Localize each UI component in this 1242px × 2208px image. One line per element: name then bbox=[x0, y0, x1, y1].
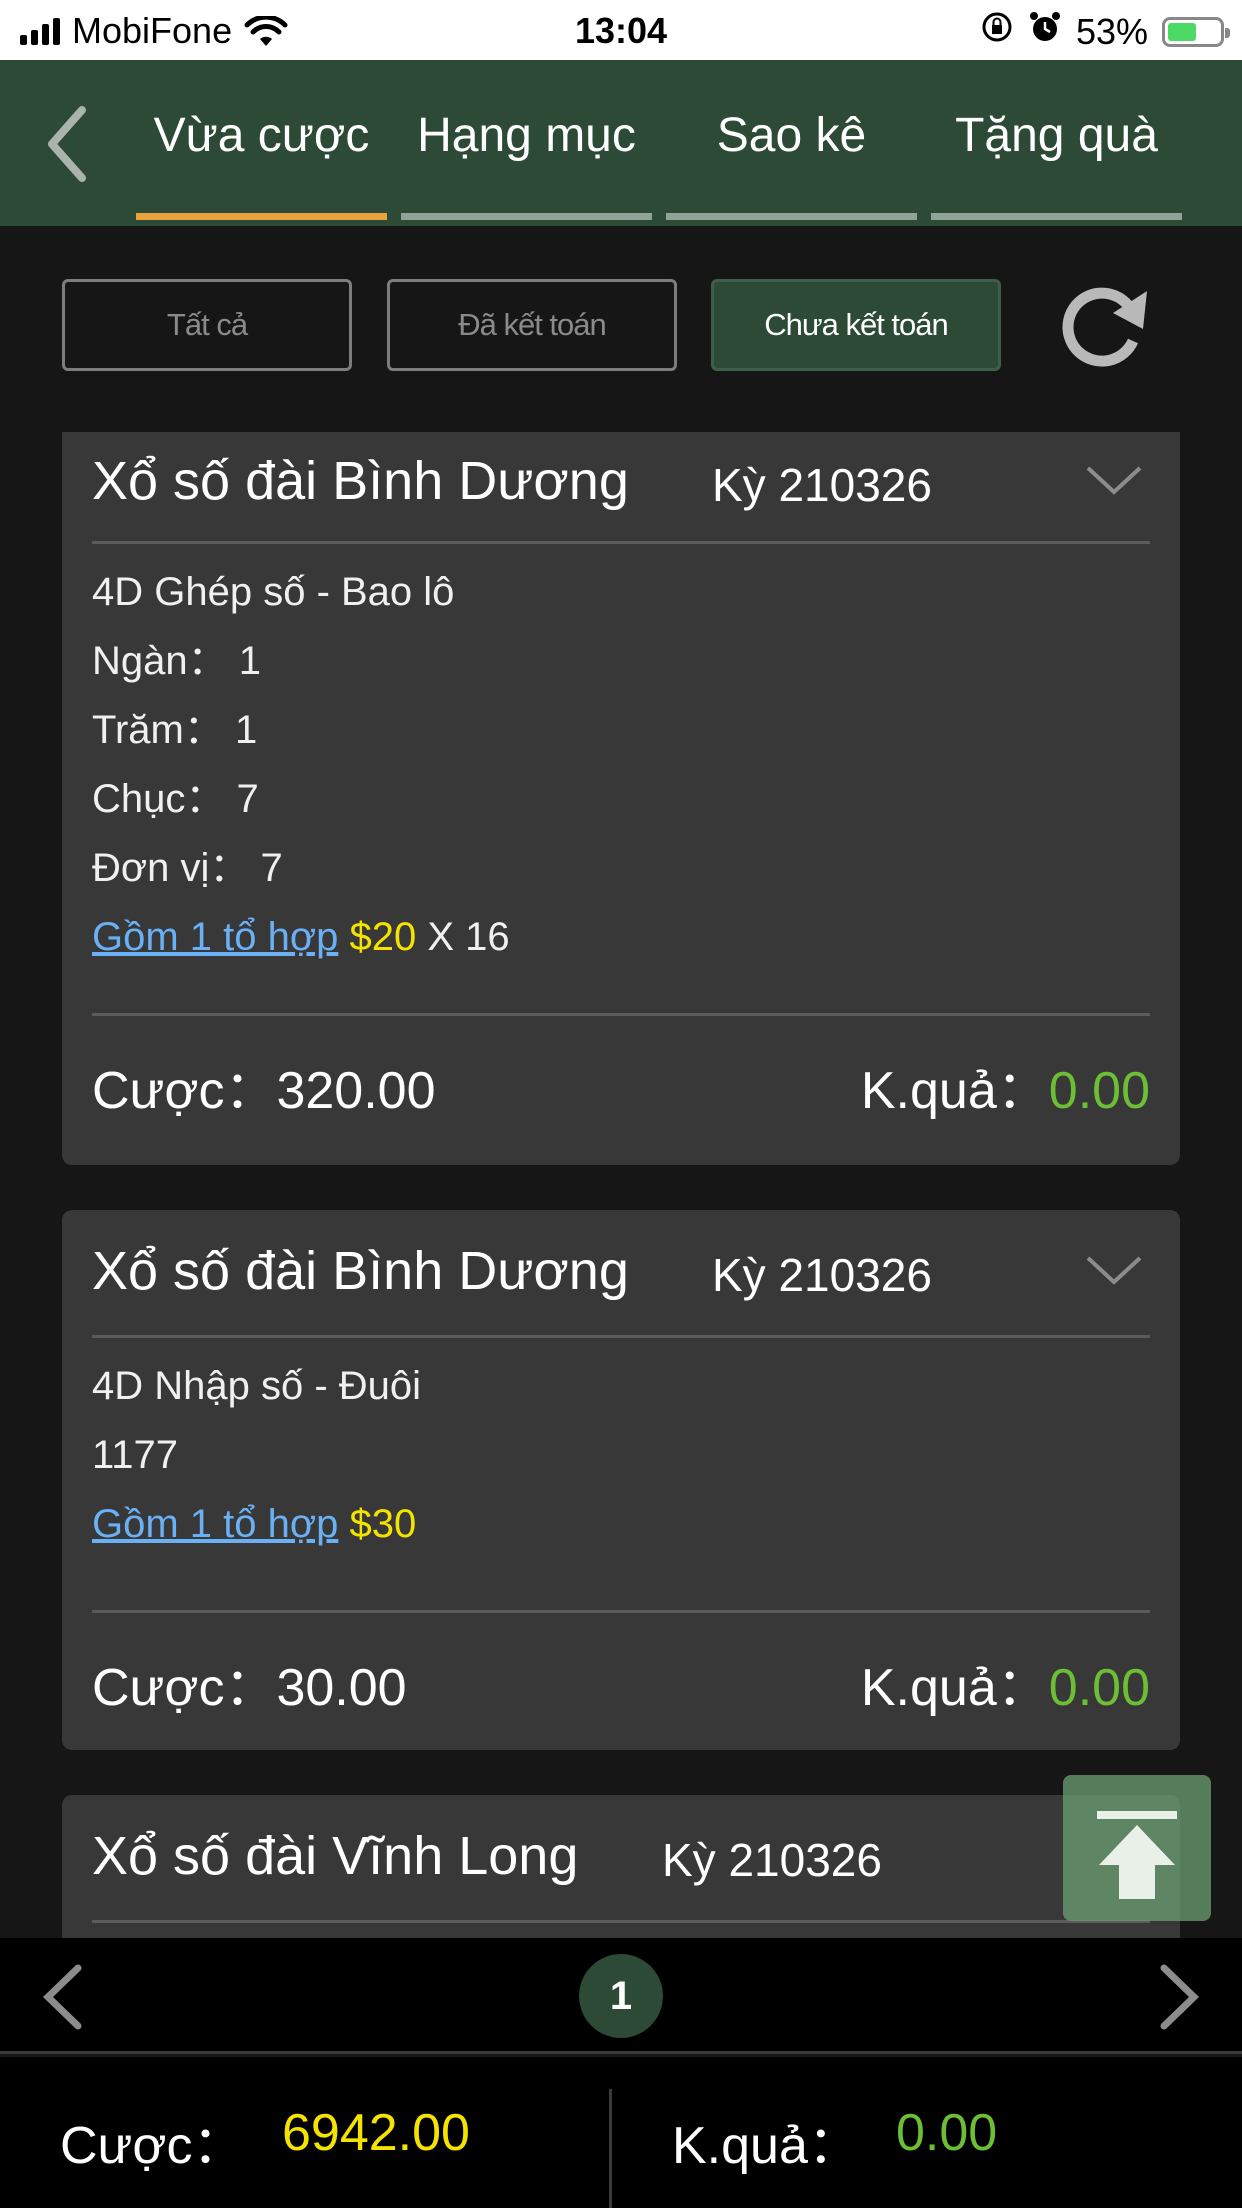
back-button[interactable] bbox=[38, 100, 98, 190]
detail-line: Ngàn： 1 bbox=[92, 639, 261, 683]
combo-link[interactable]: Gồm 1 tổ hợp bbox=[92, 1502, 338, 1546]
tab-label: Hạng mục bbox=[417, 109, 636, 162]
tab-label: Sao kê bbox=[716, 109, 867, 162]
detail-line: Trăm： 1 bbox=[92, 708, 258, 752]
chevron-down-icon[interactable] bbox=[1084, 460, 1144, 500]
rotation-lock-icon bbox=[980, 10, 1014, 53]
chevron-down-icon[interactable] bbox=[1084, 1250, 1144, 1290]
chevron-right-icon[interactable] bbox=[1154, 1962, 1204, 2032]
bet-value: 30.00 bbox=[276, 1659, 407, 1717]
chevron-left-icon bbox=[48, 106, 86, 182]
refresh-button[interactable] bbox=[1055, 279, 1155, 379]
top-nav: Vừa cược Hạng mục Sao kê Tặng quà bbox=[0, 60, 1242, 226]
detail-line: Đơn vị： 7 bbox=[92, 846, 283, 890]
filter-all-button[interactable]: Tất cả bbox=[62, 279, 352, 371]
lottery-name: Xổ số đài Bình Dương bbox=[92, 1241, 629, 1301]
bet-card[interactable]: Xổ số đài Bình Dương Kỳ 210326 4D Ghép s… bbox=[62, 432, 1180, 1165]
combo-amount: $20 bbox=[349, 915, 417, 959]
pagination: 1 bbox=[0, 1938, 1242, 2054]
combo-line: Gồm 1 tổ hợp $20 X 16 bbox=[92, 903, 1150, 972]
result-amount: K.quả：0.00 bbox=[861, 1048, 1150, 1123]
chevron-left-icon[interactable] bbox=[38, 1962, 88, 2032]
tab-underline bbox=[666, 213, 917, 220]
lottery-name: Xổ số đài Vĩnh Long bbox=[92, 1826, 579, 1886]
bet-amount: Cược：30.00 bbox=[92, 1645, 407, 1720]
tab-underline bbox=[401, 213, 652, 220]
card-body: 4D Nhập số - Đuôi 1177 Gồm 1 tổ hợp $30 bbox=[92, 1338, 1150, 1613]
battery-icon bbox=[1162, 16, 1230, 47]
detail-line: Chục： 7 bbox=[92, 777, 259, 821]
filter-unsettled-button[interactable]: Chưa kết toán bbox=[711, 279, 1001, 371]
card-body: 4D Ghép số - Bao lô Ngàn： 1 Trăm： 1 Chục… bbox=[92, 544, 1150, 1016]
bet-amount: Cược：320.00 bbox=[92, 1048, 436, 1123]
filter-settled-button[interactable]: Đã kết toán bbox=[387, 279, 677, 371]
draw-period: Kỳ 210326 bbox=[712, 1249, 932, 1301]
total-bet-label: Cược： bbox=[60, 2117, 245, 2175]
battery-percent: 53% bbox=[1075, 10, 1148, 52]
draw-period: Kỳ 210326 bbox=[662, 1834, 882, 1886]
status-bar: MobiFone 13:04 53% bbox=[0, 0, 1242, 60]
card-footer: Cược：320.00 K.quả：0.00 bbox=[92, 1016, 1150, 1139]
tab-underline bbox=[136, 213, 387, 220]
card-header: Xổ số đài Bình Dương Kỳ 210326 bbox=[92, 432, 1150, 544]
tab-categories[interactable]: Hạng mục bbox=[401, 60, 652, 226]
bet-label: Cược： bbox=[92, 1062, 277, 1120]
combo-multiplier: X 16 bbox=[416, 915, 510, 959]
bet-value: 320.00 bbox=[276, 1062, 436, 1120]
tab-underline bbox=[931, 213, 1182, 220]
draw-period: Kỳ 210326 bbox=[712, 459, 932, 511]
bet-type: 4D Nhập số - Đuôi bbox=[92, 1364, 422, 1408]
status-right: 53% bbox=[980, 10, 1230, 53]
combo-line: Gồm 1 tổ hợp $30 bbox=[92, 1490, 1150, 1559]
refresh-icon bbox=[1062, 287, 1147, 367]
result-label: K.quả： bbox=[860, 1659, 1049, 1717]
filter-bar: Tất cả Đã kết toán Chưa kết toán bbox=[62, 279, 1182, 371]
total-result-label: K.quả： bbox=[672, 2117, 860, 2175]
tab-bar: Vừa cược Hạng mục Sao kê Tặng quà bbox=[136, 60, 1182, 226]
card-header: Xổ số đài Vĩnh Long Kỳ 210326 bbox=[92, 1795, 1150, 1923]
detail-line: 1177 bbox=[92, 1433, 179, 1477]
tab-label: Tặng quà bbox=[955, 109, 1158, 162]
tab-recent-bets[interactable]: Vừa cược bbox=[136, 60, 387, 226]
bet-type: 4D Ghép số - Bao lô bbox=[92, 570, 455, 614]
result-value: 0.00 bbox=[1048, 1062, 1150, 1120]
tab-statement[interactable]: Sao kê bbox=[666, 60, 917, 226]
total-result-value: 0.00 bbox=[896, 2104, 998, 2162]
current-page[interactable]: 1 bbox=[579, 1954, 663, 2038]
tab-label: Vừa cược bbox=[153, 109, 370, 162]
combo-link[interactable]: Gồm 1 tổ hợp bbox=[92, 915, 338, 959]
bet-card[interactable]: Xổ số đài Vĩnh Long Kỳ 210326 bbox=[62, 1795, 1180, 1938]
tab-gifts[interactable]: Tặng quà bbox=[931, 60, 1182, 226]
card-header: Xổ số đài Bình Dương Kỳ 210326 bbox=[92, 1210, 1150, 1338]
bet-card[interactable]: Xổ số đài Bình Dương Kỳ 210326 4D Nhập s… bbox=[62, 1210, 1180, 1750]
bet-label: Cược： bbox=[92, 1659, 277, 1717]
result-label: K.quả： bbox=[860, 1062, 1049, 1120]
alarm-icon bbox=[1028, 10, 1062, 53]
card-footer: Cược：30.00 K.quả：0.00 bbox=[92, 1613, 1150, 1736]
arrow-up-icon bbox=[1097, 1811, 1177, 1899]
scroll-to-top-button[interactable] bbox=[1063, 1775, 1211, 1921]
totals-bar: Cược： 6942.00 K.quả： 0.00 bbox=[0, 2057, 1242, 2208]
lottery-name: Xổ số đài Bình Dương bbox=[92, 451, 629, 511]
combo-amount: $30 bbox=[349, 1502, 417, 1546]
total-bet-value: 6942.00 bbox=[282, 2104, 470, 2162]
result-amount: K.quả：0.00 bbox=[861, 1645, 1150, 1720]
totals-divider bbox=[609, 2089, 612, 2208]
result-value: 0.00 bbox=[1048, 1659, 1150, 1717]
